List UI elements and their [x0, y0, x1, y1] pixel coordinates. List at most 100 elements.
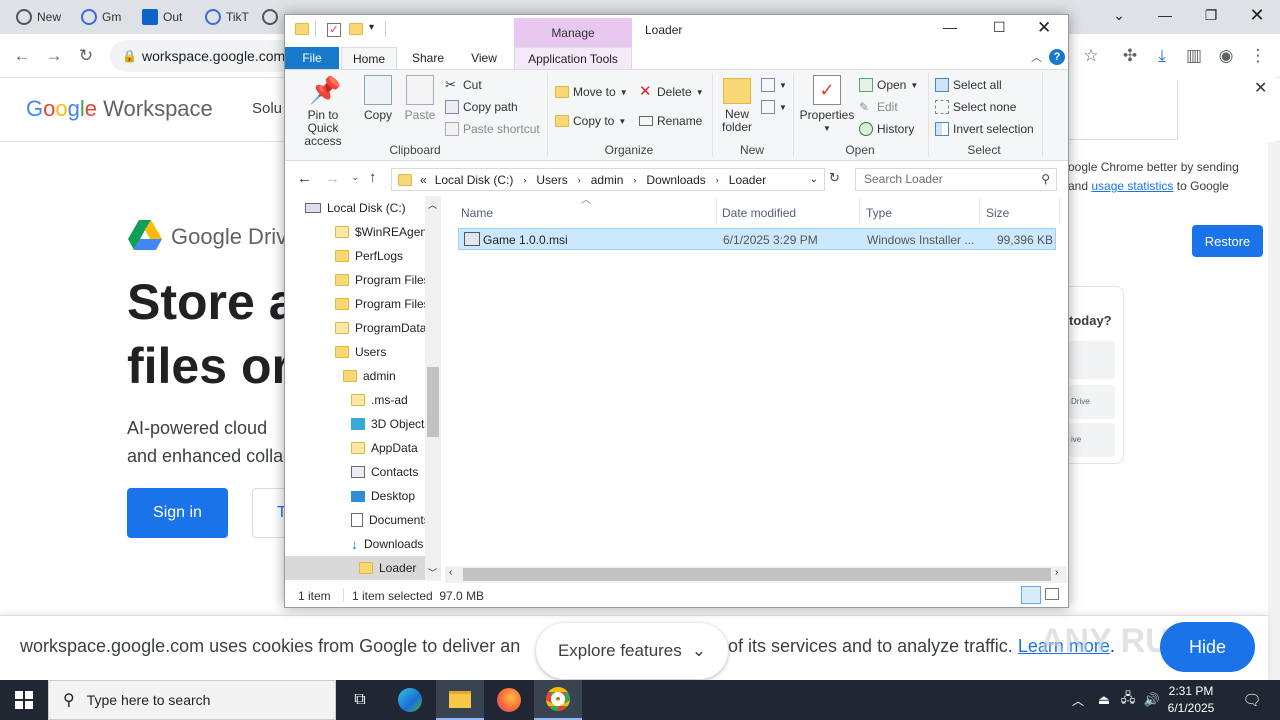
tab-home[interactable]: Home — [341, 47, 397, 69]
nav-item-contacts[interactable]: Contacts — [351, 460, 418, 484]
up-icon[interactable]: ↑ — [369, 169, 377, 186]
file-explorer-taskbar-icon[interactable] — [436, 680, 484, 720]
nav-item-documents[interactable]: Documents — [351, 508, 430, 532]
restore-icon[interactable]: ❐ — [1188, 0, 1234, 30]
close-icon[interactable]: ✕ — [1234, 0, 1280, 30]
breadcrumb-admin[interactable]: admin — [591, 173, 624, 187]
nav-solutions[interactable]: Solu — [252, 100, 282, 117]
recent-locations-icon[interactable]: ⌄ — [351, 172, 359, 183]
collapse-ribbon-icon[interactable]: ︿ — [1031, 49, 1042, 65]
breadcrumb-local-disk[interactable]: Local Disk (C:) — [435, 173, 514, 187]
nav-item-folder[interactable]: Program Files — [335, 268, 430, 292]
google-workspace-logo[interactable]: Google Workspace — [26, 96, 213, 122]
taskbar-search-box[interactable]: ⚲ Type here to search — [48, 680, 336, 720]
restore-button[interactable]: Restore — [1192, 225, 1263, 257]
clock[interactable]: 2:31 PM 6/1/2025 — [1160, 683, 1222, 717]
copy-path-button[interactable]: Copy path — [445, 97, 518, 117]
chrome-tab[interactable]: New — [16, 6, 66, 28]
new-item-button[interactable]: ▼ — [761, 75, 787, 95]
profile-icon[interactable]: ◉ — [1214, 44, 1238, 68]
delete-button[interactable]: ✕ Delete ▼ — [639, 82, 704, 102]
nav-item-loader[interactable]: Loader — [285, 556, 441, 580]
nav-item-downloads[interactable]: ↓ Downloads — [351, 532, 423, 556]
tab-file[interactable]: File — [285, 47, 339, 70]
address-bar[interactable]: 🔒 workspace.google.com/ — [110, 40, 310, 72]
select-all-button[interactable]: Select all — [935, 75, 1002, 95]
breadcrumb-downloads[interactable]: Downloads — [646, 173, 705, 187]
open-button[interactable]: Open ▼ — [859, 75, 918, 95]
nav-item-local-disk[interactable]: Local Disk (C:) — [305, 196, 406, 220]
nav-item-folder[interactable]: PerfLogs — [335, 244, 403, 268]
select-none-button[interactable]: Select none — [935, 97, 1016, 117]
file-row[interactable]: Game 1.0.0.msi 6/1/2025 3:29 PM Windows … — [458, 228, 1056, 250]
refresh-icon[interactable]: ↻ — [829, 170, 840, 186]
pin-to-quick-access-button[interactable]: 📌 Pin to Quick access — [291, 75, 355, 148]
maximize-icon[interactable]: ☐ — [993, 19, 1006, 36]
forward-icon[interactable]: → — [42, 44, 66, 68]
download-icon[interactable]: ⤓ — [1150, 44, 1174, 68]
customize-quick-access-icon[interactable]: ▾ — [369, 22, 374, 33]
edge-icon[interactable] — [386, 680, 434, 720]
tab-application-tools[interactable]: Application Tools — [514, 47, 632, 69]
column-header-size[interactable]: Size — [986, 203, 1009, 223]
properties-quick-icon[interactable]: ✓ — [327, 23, 341, 37]
task-view-icon[interactable]: ⧉ — [336, 680, 384, 720]
back-icon[interactable]: ← — [10, 44, 34, 68]
back-icon[interactable]: ← — [297, 170, 312, 187]
usage-statistics-link[interactable]: usage statistics — [1091, 179, 1173, 193]
scroll-right-icon[interactable]: › — [1055, 567, 1058, 578]
paste-shortcut-button[interactable]: Paste shortcut — [445, 119, 540, 139]
breadcrumb-users[interactable]: Users — [536, 173, 567, 187]
horizontal-scroll-thumb[interactable] — [463, 568, 1051, 581]
close-icon[interactable]: ✕ — [1037, 18, 1051, 38]
chrome-tab[interactable]: TikT — [205, 6, 255, 28]
minimize-icon[interactable]: — — [1142, 0, 1188, 30]
nav-item-folder[interactable]: .ms-ad — [351, 388, 408, 412]
extensions-icon[interactable]: ✣ — [1118, 44, 1142, 68]
rename-button[interactable]: Rename — [639, 111, 702, 131]
breadcrumb-loader[interactable]: Loader — [729, 173, 766, 187]
copy-to-button[interactable]: Copy to ▼ — [555, 111, 626, 131]
edit-button[interactable]: ✎ Edit — [859, 97, 898, 117]
easy-access-button[interactable]: ▼ — [761, 97, 787, 117]
invert-selection-button[interactable]: Invert selection — [935, 119, 1034, 139]
chrome-tab[interactable]: Out — [142, 6, 190, 28]
tab-search-icon[interactable]: ⌄ — [1096, 0, 1142, 30]
column-header-name[interactable]: Name — [461, 203, 493, 223]
firefox-icon[interactable] — [485, 680, 533, 720]
side-panel-icon[interactable]: ▥ — [1182, 44, 1206, 68]
chrome-tab[interactable]: Gm — [81, 6, 127, 28]
nav-pane-scroll-thumb[interactable] — [427, 367, 439, 437]
nav-item-desktop[interactable]: Desktop — [351, 484, 415, 508]
tab-share[interactable]: Share — [403, 47, 453, 69]
address-bar[interactable]: « Local Disk (C:) › Users › admin › Down… — [391, 168, 825, 191]
search-input[interactable]: Search Loader ⚲ — [855, 168, 1057, 191]
nav-item-folder[interactable]: ProgramData — [335, 316, 426, 340]
history-button[interactable]: History — [859, 119, 914, 139]
nav-item-folder[interactable]: AppData — [351, 436, 418, 460]
explore-features-button[interactable]: Explore features ⌄ — [536, 623, 728, 679]
page-scrollbar[interactable] — [1268, 142, 1280, 680]
nav-item-folder[interactable]: Program Files — [335, 292, 430, 316]
help-icon[interactable]: ? — [1049, 49, 1065, 65]
details-view-icon[interactable] — [1021, 586, 1041, 604]
cut-button[interactable]: ✂ Cut — [445, 75, 482, 95]
reload-icon[interactable]: ↻ — [74, 44, 98, 68]
new-folder-quick-icon[interactable] — [349, 23, 363, 35]
scroll-down-icon[interactable]: ﹀ — [428, 566, 437, 579]
column-header-date[interactable]: Date modified — [722, 203, 796, 223]
usb-icon[interactable]: ⏏ — [1092, 680, 1116, 720]
close-icon[interactable]: ✕ — [1254, 78, 1267, 98]
scroll-up-icon[interactable]: ︿ — [428, 198, 437, 211]
forward-icon[interactable]: → — [325, 170, 340, 187]
properties-button[interactable]: ✓ Properties ▼ — [799, 75, 855, 135]
start-button[interactable] — [0, 680, 48, 720]
address-dropdown-icon[interactable]: ⌄ — [810, 174, 818, 185]
tray-overflow-icon[interactable]: ︿ — [1066, 680, 1090, 720]
menu-icon[interactable]: ⋮ — [1246, 44, 1270, 68]
nav-item-folder[interactable]: $WinREAgent — [335, 220, 430, 244]
nav-item-folder[interactable]: Users — [335, 340, 386, 364]
column-header-type[interactable]: Type — [866, 203, 892, 223]
nav-item-folder[interactable]: admin — [343, 364, 396, 388]
move-to-button[interactable]: Move to ▼ — [555, 82, 628, 102]
